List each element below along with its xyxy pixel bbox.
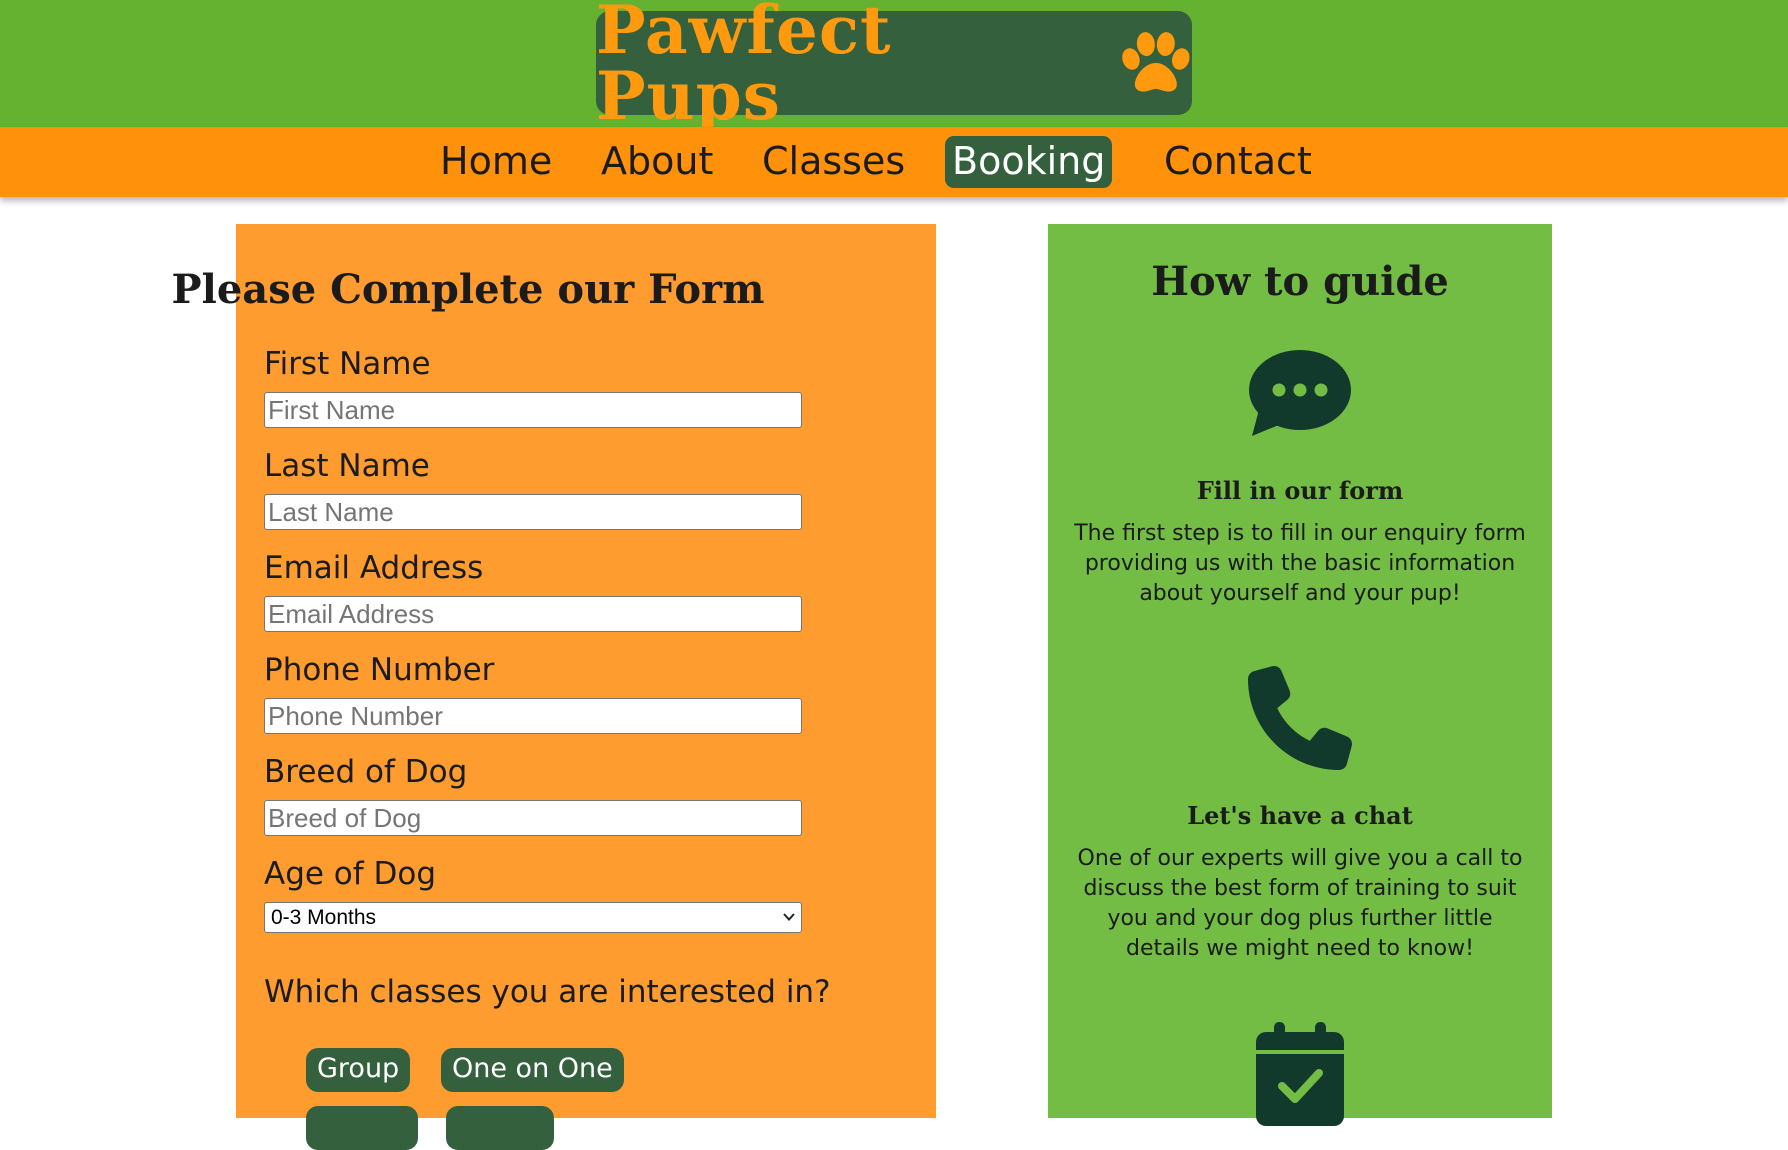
- first-name-input[interactable]: [264, 392, 802, 428]
- phone-label: Phone Number: [264, 652, 495, 688]
- logo-text: Pawfect Pups: [596, 0, 892, 135]
- class-option-group-button[interactable]: Group: [306, 1048, 411, 1092]
- age-select[interactable]: 0-3 Months: [264, 902, 802, 933]
- paw-icon: [1122, 32, 1190, 92]
- nav-item-booking[interactable]: Booking: [945, 136, 1113, 188]
- email-label: Email Address: [264, 550, 484, 586]
- step-1-text: The first step is to fill in our enquiry…: [1074, 521, 1526, 606]
- step-2-heading: Let's have a chat: [1187, 801, 1413, 830]
- last-name-label: Last Name: [264, 448, 430, 484]
- nav-item-contact[interactable]: Contact: [1157, 136, 1319, 188]
- main-nav: Home About Classes Booking Contact: [0, 127, 1788, 197]
- chevron-down-icon: [783, 913, 795, 921]
- classes-question: Which classes you are interested in?: [264, 974, 831, 1010]
- phone-input[interactable]: [264, 698, 802, 734]
- nav-item-home[interactable]: Home: [433, 136, 559, 188]
- breed-input[interactable]: [264, 800, 802, 836]
- guide-title: How to guide: [1151, 258, 1449, 305]
- site-header: Pawfect Pups: [0, 0, 1788, 129]
- class-option-button[interactable]: [306, 1106, 418, 1150]
- nav-item-about[interactable]: About: [594, 136, 720, 188]
- step-2-text: One of our experts will give you a call …: [1077, 846, 1523, 961]
- email-input[interactable]: [264, 596, 802, 632]
- site-logo[interactable]: Pawfect Pups: [596, 0, 1192, 129]
- step-1-heading: Fill in our form: [1196, 476, 1404, 505]
- last-name-input[interactable]: [264, 494, 802, 530]
- class-option-button[interactable]: [446, 1106, 554, 1150]
- nav-item-classes[interactable]: Classes: [755, 136, 912, 188]
- age-label: Age of Dog: [264, 856, 437, 892]
- class-option-one-on-one-button[interactable]: One on One: [441, 1048, 624, 1092]
- breed-label: Breed of Dog: [264, 754, 468, 790]
- phone-icon: [1248, 666, 1352, 770]
- age-selected-value: 0-3 Months: [271, 906, 377, 929]
- calendar-check-icon: [1256, 1022, 1344, 1126]
- first-name-label: First Name: [264, 346, 431, 382]
- form-title: Please Complete our Form: [171, 266, 765, 313]
- speech-bubble-icon: [1249, 350, 1351, 436]
